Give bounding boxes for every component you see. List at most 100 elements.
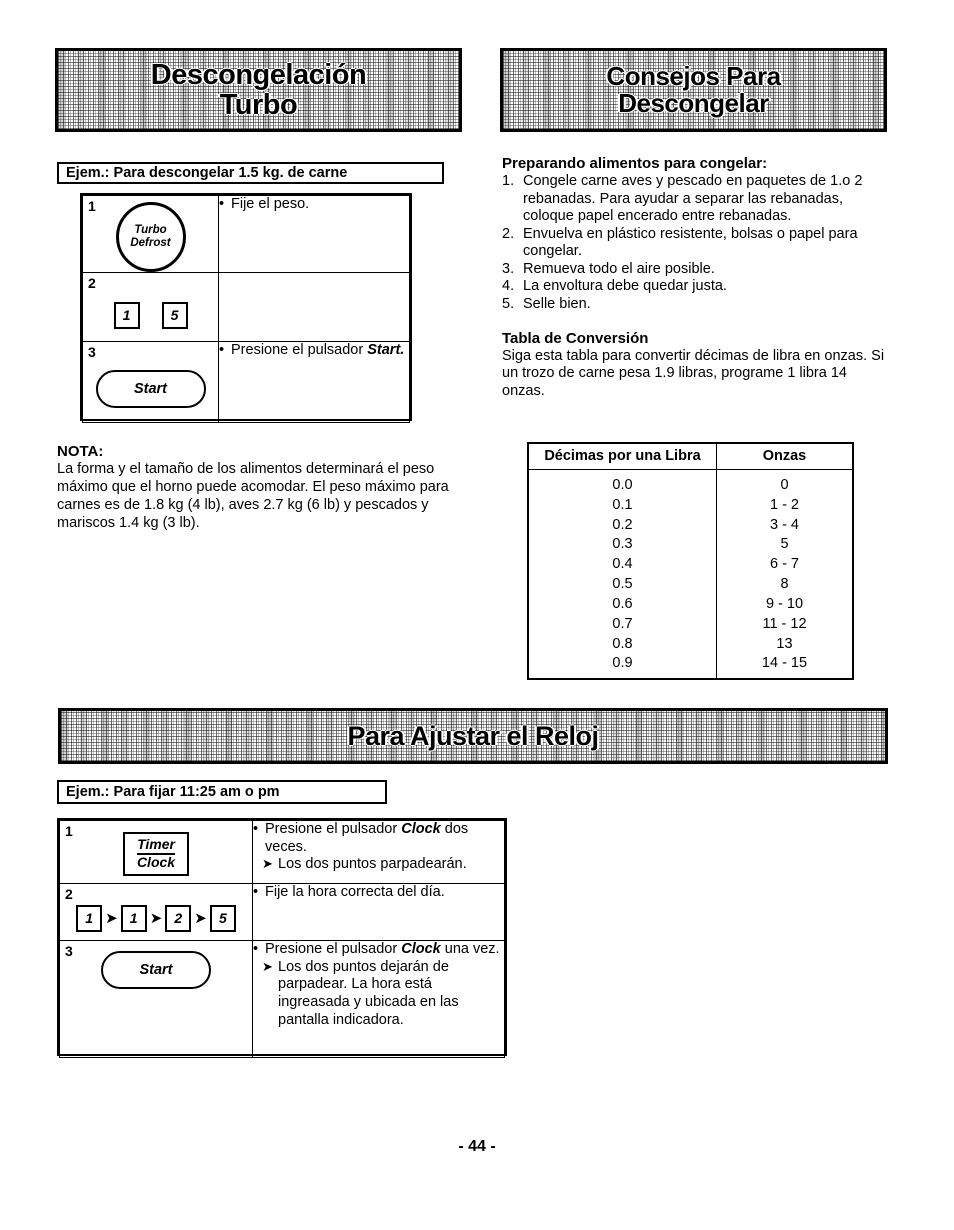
conversion-cell-ounces: 5 <box>716 534 853 555</box>
clock-step-3-key-area: Start <box>60 941 252 1057</box>
list-item-number: 3. <box>502 260 515 277</box>
table-row: 1 Turbo Defrost Fije el peso. <box>82 195 410 273</box>
conversion-table: Décimas por una Libra Onzas 0.0 0 0.1 1 … <box>527 442 854 681</box>
conversion-cell-ounces: 6 - 7 <box>716 554 853 575</box>
defrost-step-2-description <box>218 272 410 342</box>
clock-step-1-bullet: Presione el pulsador Clock dos veces. <box>253 821 504 856</box>
defrost-step-3-description: Presione el pulsador Start. <box>218 341 410 423</box>
arrow-right-icon: ➤ <box>105 909 118 927</box>
section-header-clock-text: Para Ajustar el Reloj <box>347 720 599 751</box>
clock-step-2-bullet: Fije la hora correcta del día. <box>253 884 504 902</box>
clock-step-1-text-emphasis: Clock <box>401 821 441 837</box>
example-label-clock: Ejem.: Para fijar 11:25 am o pm <box>57 780 387 804</box>
conversion-intro-text: Siga esta tabla para convertir décimas d… <box>502 348 885 399</box>
clock-step-1-number: 1 <box>65 823 73 839</box>
table-row: 0.7 11 - 12 <box>528 614 853 634</box>
section-header-tips-text: Consejos Para Descongelar <box>606 62 781 118</box>
section-header-defrost-text: Descongelación Turbo <box>150 58 367 121</box>
numeric-key-1[interactable]: 1 <box>113 301 140 329</box>
table-row: 0.8 13 <box>528 634 853 654</box>
defrost-step-2-key-area: 1 5 <box>83 273 218 341</box>
list-item-text: Remueva todo el aire posible. <box>523 260 715 277</box>
clock-step-2-key-area: 1 ➤ 1 ➤ 2 ➤ 5 <box>60 884 252 940</box>
defrost-step-1-number: 1 <box>88 198 96 214</box>
numeric-key-5[interactable]: 5 <box>209 904 236 932</box>
turbo-defrost-button[interactable]: Turbo Defrost <box>115 202 186 272</box>
table-row: 0.2 3 - 4 <box>528 515 853 535</box>
conversion-cell-decimal: 0.8 <box>612 635 633 652</box>
defrost-step-1-key-area: Turbo Defrost <box>83 196 218 272</box>
conversion-cell-ounces: 1 - 2 <box>716 495 853 516</box>
start-button[interactable]: Start <box>101 951 211 989</box>
table-row: 0.0 0 <box>528 469 853 496</box>
conversion-cell-ounces: 11 - 12 <box>716 614 853 634</box>
list-item: 1. Congele carne aves y pescado en paque… <box>502 173 897 226</box>
table-row: 0.5 8 <box>528 574 853 595</box>
list-item: 2. Envuelva en plástico resistente, bols… <box>502 226 897 261</box>
clock-step-3-text-emphasis: Clock <box>401 941 441 957</box>
conversion-cell-decimal: 0.5 <box>612 576 633 593</box>
conversion-cell-ounces: 3 - 4 <box>716 515 853 535</box>
list-item: 5. Selle bien. <box>502 296 897 314</box>
list-item-number: 1. <box>502 173 515 189</box>
section-header-clock: Para Ajustar el Reloj <box>58 708 888 764</box>
clock-step-1-description: Presione el pulsador Clock dos veces. Lo… <box>252 820 505 884</box>
defrost-note-heading: NOTA: <box>57 443 104 460</box>
conversion-cell-ounces: 13 <box>716 634 853 654</box>
conversion-cell-decimal: 0.9 <box>612 655 633 672</box>
clock-steps-table: 1 Timer Clock Presione el pulsador Clock… <box>57 818 507 1058</box>
conversion-cell-decimal: 0.6 <box>612 595 633 612</box>
defrost-step-1-bullet: Fije el peso. <box>219 196 409 214</box>
clock-key-sequence: 1 ➤ 1 ➤ 2 ➤ 5 <box>76 904 236 932</box>
table-header-row: Décimas por una Libra Onzas <box>528 443 853 470</box>
table-row: 0.3 5 <box>528 534 853 555</box>
clock-step-2-description: Fije la hora correcta del día. <box>252 883 505 941</box>
list-item: 3. Remueva todo el aire posible. <box>502 261 897 279</box>
section-header-defrost-line2: Turbo <box>219 89 298 121</box>
clock-step-3-bullet: Presione el pulsador Clock una vez. <box>253 941 504 959</box>
list-item-text: Congele carne aves y pescado en paquetes… <box>523 173 863 225</box>
defrost-step-3-key-cell: 3 Start <box>82 341 219 423</box>
start-button[interactable]: Start <box>95 370 206 408</box>
conversion-cell-ounces: 0 <box>716 469 853 496</box>
defrost-step-3-key-area: Start <box>83 342 218 422</box>
timer-clock-button-line2: Clock <box>136 853 176 870</box>
section-header-defrost-line1: Descongelación <box>150 58 367 91</box>
turbo-defrost-button-line2: Defrost <box>130 237 171 249</box>
table-row: 0.9 14 - 15 <box>528 653 853 680</box>
clock-step-3-text-pre: Presione el pulsador <box>265 941 398 957</box>
defrost-note-block: NOTA: La forma y el tamaño de los alimen… <box>57 443 462 533</box>
table-row: 0.1 1 - 2 <box>528 495 853 516</box>
arrow-right-icon: ➤ <box>194 909 207 927</box>
clock-step-1-arrow-note: Los dos puntos parpadearán. <box>262 856 504 874</box>
timer-clock-button[interactable]: Timer Clock <box>122 832 190 876</box>
conversion-col-header-decimals: Décimas por una Libra <box>528 443 717 470</box>
table-row: 0.6 9 - 10 <box>528 594 853 615</box>
conversion-cell-decimal: 0.2 <box>612 516 633 533</box>
defrost-step-2-number: 2 <box>88 275 96 291</box>
defrost-step-3-bullet: Presione el pulsador Start. <box>219 342 409 360</box>
example-label-defrost: Ejem.: Para descongelar 1.5 kg. de carne <box>57 162 444 184</box>
numeric-key-5[interactable]: 5 <box>161 301 188 329</box>
section-header-clock-title: Para Ajustar el Reloj <box>347 720 599 751</box>
section-header-defrost: Descongelación Turbo <box>55 48 462 132</box>
clock-step-2-key-cell: 2 1 ➤ 1 ➤ 2 ➤ 5 <box>59 883 253 941</box>
numeric-key-2[interactable]: 2 <box>165 904 192 932</box>
conversion-cell-decimal: 0.0 <box>612 477 633 493</box>
numeric-key-1-first[interactable]: 1 <box>76 904 103 932</box>
clock-step-3-key-cell: 3 Start <box>59 940 253 1058</box>
defrost-note-text: La forma y el tamaño de los alimentos de… <box>57 461 449 531</box>
table-row: 0.4 6 - 7 <box>528 554 853 575</box>
clock-step-3-number: 3 <box>65 943 73 959</box>
table-row: 3 Start Presione el pulsador Clock una v… <box>59 940 505 1058</box>
conversion-cell-ounces: 8 <box>716 574 853 595</box>
defrost-steps-table: 1 Turbo Defrost Fije el peso. 2 <box>80 193 412 423</box>
prep-food-heading: Preparando alimentos para congelar: <box>502 155 768 172</box>
manual-page: Descongelación Turbo Consejos Para Desco… <box>0 0 954 1230</box>
table-row: 1 Timer Clock Presione el pulsador Clock… <box>59 820 505 884</box>
conversion-heading: Tabla de Conversión <box>502 330 649 347</box>
defrost-step-3-text: Presione el pulsador <box>231 342 364 358</box>
numeric-key-1-second[interactable]: 1 <box>120 904 147 932</box>
list-item-number: 4. <box>502 278 515 295</box>
conversion-cell-decimal: 0.7 <box>612 615 633 632</box>
